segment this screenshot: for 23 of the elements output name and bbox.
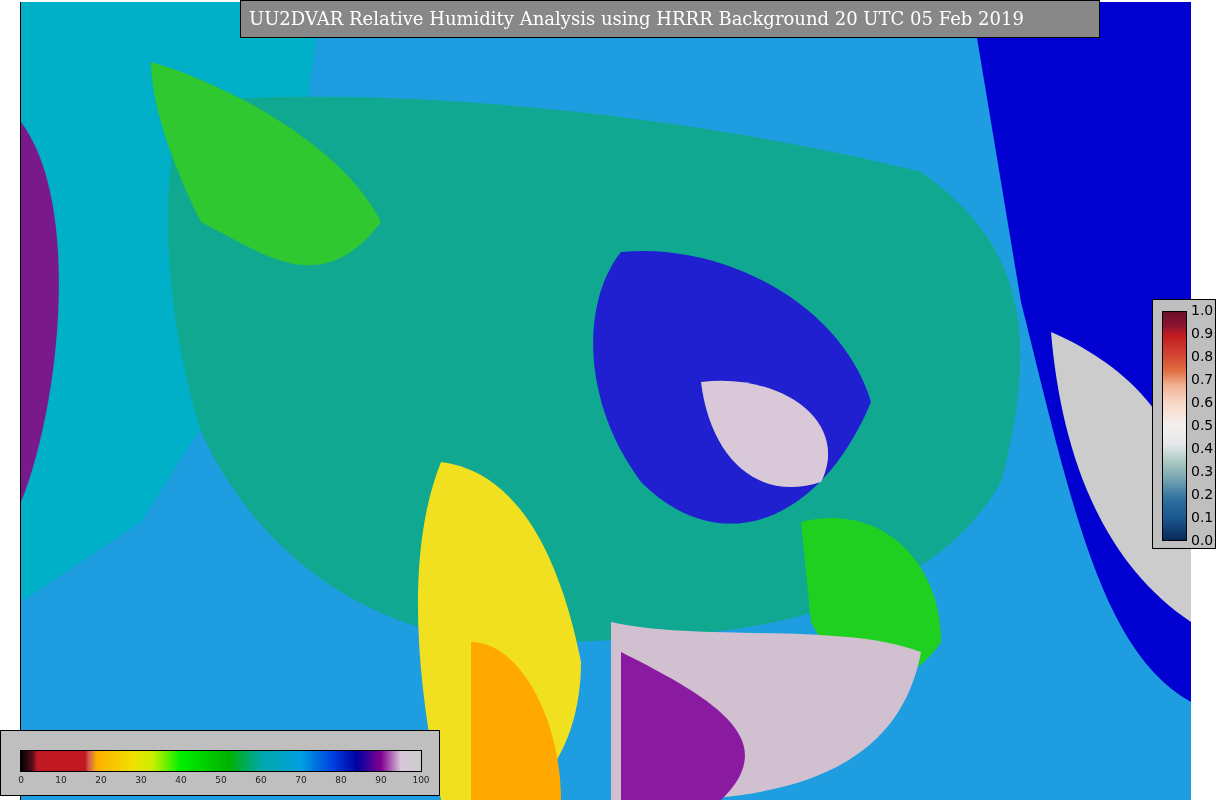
tick-label: 0.8 [1191,348,1214,364]
tick-label: 0.5 [1191,417,1214,433]
tick-label: 0.3 [1191,463,1214,479]
tick-label: 40 [175,775,187,785]
tick-label: 60 [255,775,267,785]
tick-label: 0 [18,775,24,785]
tick-label: 1.0 [1191,302,1214,318]
map-title: UU2DVAR Relative Humidity Analysis using HRRR Background 20 UTC 05 Feb 2019 [240,0,1100,38]
tick-label: 0.6 [1191,394,1214,410]
tick-label: 0.0 [1191,532,1214,548]
tick-label: 80 [335,775,347,785]
tick-label: 90 [375,775,387,785]
tick-label: 10 [55,775,67,785]
tick-label: 0.9 [1191,325,1214,341]
tick-label: 0.7 [1191,371,1214,387]
tick-label: 0.1 [1191,509,1214,525]
tick-label: 30 [135,775,147,785]
tick-label: 100 [412,775,430,785]
tick-label: 0.4 [1191,440,1214,456]
tick-label: 50 [215,775,227,785]
tick-label: 0.2 [1191,486,1214,502]
tick-label: 20 [95,775,107,785]
tick-label: 70 [295,775,307,785]
